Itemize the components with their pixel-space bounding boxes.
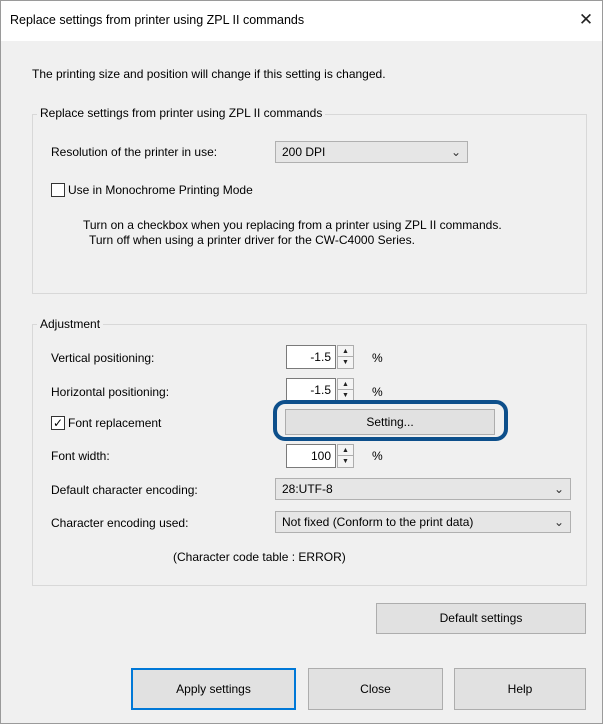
resolution-select[interactable]: 200 DPI ⌄ xyxy=(275,141,468,163)
horizontal-positioning-input[interactable]: -1.5 xyxy=(286,378,336,402)
spin-up-icon[interactable]: ▲ xyxy=(338,445,353,456)
chevron-down-icon: ⌄ xyxy=(553,515,564,529)
resolution-label: Resolution of the printer in use: xyxy=(51,145,218,159)
font-replacement-label: Font replacement xyxy=(68,416,162,430)
vertical-positioning-input[interactable]: -1.5 xyxy=(286,345,336,369)
vertical-percent: % xyxy=(372,351,383,365)
vertical-positioning-label: Vertical positioning: xyxy=(51,351,155,365)
adjustment-caption: Adjustment xyxy=(37,317,104,331)
window-title: Replace settings from printer using ZPL … xyxy=(10,13,305,27)
chevron-down-icon: ⌄ xyxy=(450,145,461,159)
replace-settings-caption: Replace settings from printer using ZPL … xyxy=(37,106,326,120)
change-notice: The printing size and position will chan… xyxy=(32,67,386,81)
monochrome-label: Use in Monochrome Printing Mode xyxy=(68,183,253,197)
spin-up-icon[interactable]: ▲ xyxy=(338,346,353,357)
default-settings-button[interactable]: Default settings xyxy=(376,603,586,634)
font-setting-button[interactable]: Setting... xyxy=(285,409,495,435)
apply-settings-button[interactable]: Apply settings xyxy=(131,668,296,710)
font-width-input[interactable]: 100 xyxy=(286,444,336,468)
horizontal-positioning-label: Horizontal positioning: xyxy=(51,385,170,399)
spin-up-icon[interactable]: ▲ xyxy=(338,379,353,390)
default-encoding-select[interactable]: 28:UTF-8 ⌄ xyxy=(275,478,571,500)
spin-down-icon[interactable]: ▼ xyxy=(338,456,353,467)
encoding-used-select[interactable]: Not fixed (Conform to the print data) ⌄ xyxy=(275,511,571,533)
font-width-label: Font width: xyxy=(51,449,110,463)
horizontal-spinner[interactable]: ▲ ▼ xyxy=(337,378,354,402)
help-text-line2: Turn off when using a printer driver for… xyxy=(89,233,415,247)
title-bar: Replace settings from printer using ZPL … xyxy=(1,1,602,41)
default-encoding-value: 28:UTF-8 xyxy=(282,482,333,496)
font-width-spinner[interactable]: ▲ ▼ xyxy=(337,444,354,468)
default-encoding-label: Default character encoding: xyxy=(51,483,198,497)
help-text-line1: Turn on a checkbox when you replacing fr… xyxy=(83,218,502,232)
close-icon[interactable]: ✕ xyxy=(576,10,596,30)
horizontal-percent: % xyxy=(372,385,383,399)
monochrome-checkbox[interactable] xyxy=(51,183,65,197)
close-button[interactable]: Close xyxy=(308,668,443,710)
vertical-spinner[interactable]: ▲ ▼ xyxy=(337,345,354,369)
code-table-status: (Character code table : ERROR) xyxy=(173,550,346,564)
font-replacement-checkbox[interactable]: ✓ xyxy=(51,416,65,430)
font-width-percent: % xyxy=(372,449,383,463)
help-button[interactable]: Help xyxy=(454,668,586,710)
encoding-used-label: Character encoding used: xyxy=(51,516,189,530)
chevron-down-icon: ⌄ xyxy=(553,482,564,496)
resolution-value: 200 DPI xyxy=(282,145,326,159)
spin-down-icon[interactable]: ▼ xyxy=(338,357,353,368)
encoding-used-value: Not fixed (Conform to the print data) xyxy=(282,515,474,529)
dialog-window: Replace settings from printer using ZPL … xyxy=(0,0,603,724)
